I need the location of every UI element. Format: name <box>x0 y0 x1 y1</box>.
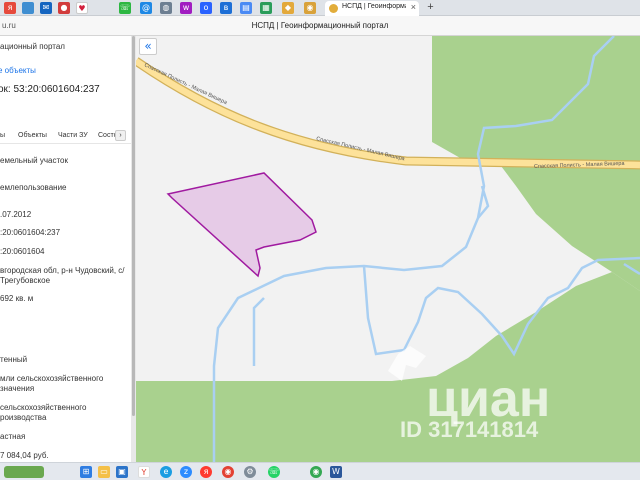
field-category-line2: значения <box>0 384 35 393</box>
field-usage-line2: роизводства <box>0 413 47 422</box>
docs-tab-icon[interactable]: ▤ <box>240 2 252 14</box>
weather-widget-icon[interactable] <box>4 466 44 478</box>
field-date: .07.2012 <box>0 210 31 220</box>
road-label-left: Спасская Полисть - Малая Вишера <box>143 62 229 106</box>
whatsapp-icon[interactable]: ☏ <box>268 466 280 478</box>
field-status: тенный <box>0 355 27 365</box>
field-ownership-value: емлепользование <box>0 183 67 192</box>
watermark-id: ID 317141814 <box>400 417 539 442</box>
site-tab-icon[interactable] <box>22 2 34 14</box>
mail-ru-tab-icon[interactable]: @ <box>140 2 152 14</box>
field-cadastral-cost-value: 7 084,04 руб. <box>0 451 49 460</box>
yandex-music-icon[interactable]: я <box>200 466 212 478</box>
map-canvas[interactable]: циан ID 317141814 Спасская Полисть - Мал… <box>136 36 640 462</box>
field-date-value: .07.2012 <box>0 210 32 219</box>
tabs-scroll-right-button[interactable]: › <box>115 130 126 141</box>
close-tab-icon[interactable]: × <box>411 2 416 12</box>
tab-info[interactable]: ы <box>0 132 5 139</box>
field-property-form-value: астная <box>0 432 26 441</box>
zoom-icon[interactable]: z <box>180 466 192 478</box>
portal-header-title: ационный портал <box>0 42 65 51</box>
field-category: мли сельскохозяйственного значения <box>0 374 103 394</box>
chrome-icon[interactable]: ◉ <box>222 466 234 478</box>
back-to-objects-link[interactable]: е объекты <box>0 66 36 75</box>
wildberries-tab-icon[interactable]: w <box>180 2 192 14</box>
yandex-browser-icon[interactable]: Y <box>138 466 150 478</box>
parcel-title: ок: 53:20:0601604:237 <box>0 84 100 95</box>
field-status-value: тенный <box>0 355 28 364</box>
new-tab-button[interactable]: + <box>424 1 437 14</box>
field-address-line1: вгородская обл, р-н Чудовский, с/ <box>0 266 125 275</box>
field-type-value: емельный участок <box>0 156 68 165</box>
collapse-panel-button[interactable]: « <box>139 38 157 55</box>
chrome-2-icon[interactable]: ◉ <box>310 466 322 478</box>
field-cadastral-quarter-value: :20:0601604 <box>0 247 45 256</box>
land-parcel[interactable] <box>166 172 317 278</box>
vk-tab-icon[interactable]: в <box>220 2 232 14</box>
map-tab-icon[interactable]: ◆ <box>282 2 294 14</box>
active-tab-label: НСПД | Геоинформаци <box>342 3 406 10</box>
nspd-tab-icon[interactable]: ◉ <box>304 2 316 14</box>
field-area-value: 692 кв. м <box>0 294 34 303</box>
map-view[interactable]: циан ID 317141814 Спасская Полисть - Мал… <box>136 36 640 462</box>
whatsapp-tab-icon[interactable]: ☏ <box>119 2 131 14</box>
tab-parts[interactable]: Части ЗУ <box>58 132 88 139</box>
yandex-tab-icon[interactable]: я <box>4 2 16 14</box>
panel-scrollbar-thumb[interactable] <box>132 36 135 416</box>
nspd-favicon-icon <box>329 4 338 13</box>
browser-title-bar: u.ru НСПД | Геоинформационный портал <box>0 16 640 36</box>
field-usage-line1: сельскохозяйственного <box>0 403 87 412</box>
active-tab[interactable]: НСПД | Геоинформаци × <box>325 1 419 16</box>
heart-tab-icon[interactable]: ♥ <box>76 2 88 14</box>
field-area: 692 кв. м <box>0 294 33 304</box>
page-title: НСПД | Геоинформационный портал <box>251 21 389 30</box>
field-cadastral-number-value: :20:0601604:237 <box>0 228 61 237</box>
tab-objects[interactable]: Объекты <box>18 132 47 139</box>
field-ownership: емлепользование <box>0 183 66 193</box>
field-address-line2: Трегубовское <box>0 276 51 285</box>
field-cadastral-number: :20:0601604:237 <box>0 228 60 238</box>
word-icon[interactable]: W <box>330 466 342 478</box>
sheets-tab-icon[interactable]: ▦ <box>260 2 272 14</box>
browser-tab-bar: я ✉ ● ♥ ☏ @ ◍ w o в ▤ ▦ ◆ ◉ НСПД | Геоин… <box>0 0 640 16</box>
field-property-form: астная <box>0 432 25 442</box>
field-address: вгородская обл, р-н Чудовский, с/ Трегуб… <box>0 266 125 286</box>
forest-area-bottom <box>136 272 640 462</box>
panel-tabs: ы Объекты Части ЗУ Состо › <box>0 128 131 144</box>
field-cadastral-quarter: :20:0601604 <box>0 247 45 257</box>
settings-icon[interactable]: ⚙ <box>244 466 256 478</box>
ozon-tab-icon[interactable]: o <box>200 2 212 14</box>
parcel-info-panel: ационный портал е объекты ок: 53:20:0601… <box>0 36 133 462</box>
record-tab-icon[interactable]: ● <box>58 2 70 14</box>
windows-start-icon[interactable]: ⊞ <box>80 466 92 478</box>
windows-taskbar: ⊞ ▭ ▣ Y e z я ◉ ⚙ ☏ ◉ W <box>0 462 640 480</box>
globe-tab-icon[interactable]: ◍ <box>160 2 172 14</box>
mail-tab-icon[interactable]: ✉ <box>40 2 52 14</box>
field-cadastral-cost: 7 084,04 руб. <box>0 451 49 461</box>
field-category-line1: мли сельскохозяйственного <box>0 374 104 383</box>
field-type: емельный участок <box>0 156 68 166</box>
field-usage: сельскохозяйственного роизводства <box>0 403 86 423</box>
microsoft-store-icon[interactable]: ▣ <box>116 466 128 478</box>
edge-browser-icon[interactable]: e <box>160 466 172 478</box>
file-explorer-icon[interactable]: ▭ <box>98 466 110 478</box>
